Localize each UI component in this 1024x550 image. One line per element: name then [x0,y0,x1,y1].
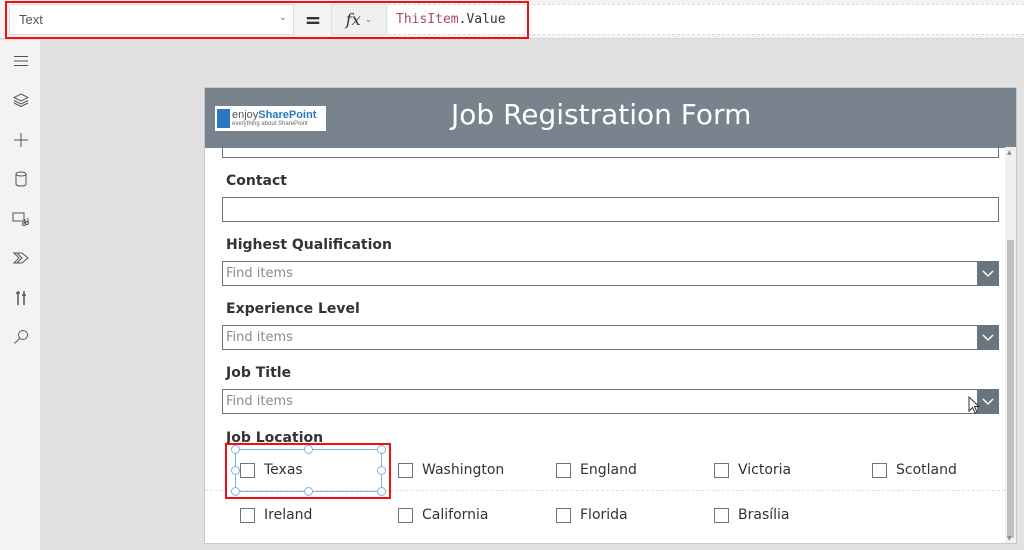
checkbox-label: Ireland [264,507,313,523]
job-title-combobox[interactable]: Find items [222,389,999,414]
checkbox-box[interactable] [714,462,729,478]
formula-keyword: ThisItem [396,12,459,27]
qualification-placeholder: Find items [226,266,293,281]
page-title: Job Registration Form [451,98,752,131]
job-title-label: Job Title [226,365,292,381]
enjoysharepoint-logo: enjoySharePoint everything about SharePo… [215,106,326,131]
fx-icon: fx [345,10,361,29]
qualification-combobox[interactable]: Find items [222,261,999,286]
insert-plus-icon[interactable] [0,127,41,153]
left-rail [0,40,41,550]
experience-placeholder: Find items [226,330,293,345]
form-header: enjoySharePoint everything about SharePo… [205,88,1016,148]
checkbox-box[interactable] [398,507,413,523]
checkbox-florida[interactable]: Florida [556,507,628,523]
logo-badge-icon [217,109,230,128]
checkbox-box[interactable] [556,507,571,523]
checkbox-england[interactable]: England [556,462,637,478]
logo-brand-main: SharePoint [258,109,317,121]
checkbox-box[interactable] [398,462,413,478]
logo-brand: enjoySharePoint [232,110,316,121]
checkbox-label: Scotland [896,462,957,478]
experience-combobox[interactable]: Find items [222,325,999,350]
highlight-box-checkbox [225,443,391,499]
checkbox-california[interactable]: California [398,507,488,523]
advanced-tools-icon[interactable] [0,285,41,311]
chevron-down-icon[interactable] [977,390,998,413]
checkbox-washington[interactable]: Washington [398,462,504,478]
chevron-down-icon[interactable] [977,326,998,349]
property-selector[interactable]: Text ⌄ [9,4,294,35]
logo-tagline: everything about SharePoint [232,121,308,127]
checkbox-box[interactable] [872,462,887,478]
checkbox-label: England [580,462,637,478]
job-title-placeholder: Find items [226,394,293,409]
chevron-down-icon: ⌄ [364,14,373,25]
scrollbar-thumb[interactable] [1007,240,1014,538]
checkbox-label: California [422,507,489,523]
fx-button[interactable]: fx ⌄ [331,4,387,35]
hamburger-menu-icon[interactable] [0,48,41,74]
formula-member: .Value [458,12,506,27]
checkbox-brasilia[interactable]: Brasília [714,507,789,523]
checkbox-victoria[interactable]: Victoria [714,462,791,478]
previous-field-input[interactable] [222,142,999,158]
data-cylinder-icon[interactable] [0,166,41,192]
search-icon[interactable] [0,324,41,350]
chevron-down-icon[interactable] [977,262,998,285]
checkbox-label: Brasília [738,507,790,523]
property-selector-value: Text [19,12,43,27]
checkbox-box[interactable] [714,507,729,523]
mouse-cursor-icon [968,395,981,418]
experience-label: Experience Level [226,301,360,317]
formula-input[interactable]: ThisItem .Value [388,4,1024,35]
logo-brand-prefix: enjoy [232,109,259,121]
scroll-down-icon[interactable]: ▼ [1007,535,1012,542]
checkbox-ireland[interactable]: Ireland [240,507,312,523]
qualification-label: Highest Qualification [226,237,393,253]
checkbox-label: Washington [422,462,505,478]
layers-icon[interactable] [0,87,41,113]
media-icon[interactable] [0,206,41,232]
checkbox-scotland[interactable]: Scotland [872,462,957,478]
formula-bar: Text ⌄ = fx ⌄ ThisItem .Value [0,0,1024,39]
form-scrollbar[interactable]: ▲ ▼ [1005,147,1016,543]
checkbox-box[interactable] [240,507,255,523]
checkbox-label: Victoria [738,462,792,478]
chevron-down-icon: ⌄ [278,12,287,23]
checkbox-label: Florida [580,507,628,523]
power-automate-icon[interactable] [0,245,41,271]
checkbox-box[interactable] [556,462,571,478]
equals-sign: = [304,7,322,32]
scroll-up-icon[interactable]: ▲ [1007,149,1012,156]
contact-label: Contact [226,173,287,189]
contact-input[interactable] [222,197,999,222]
